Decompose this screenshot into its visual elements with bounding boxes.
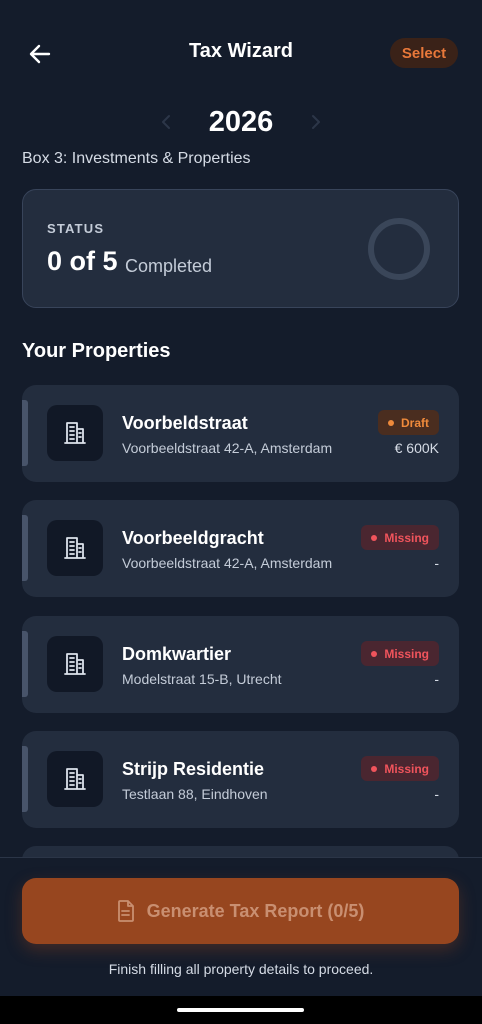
property-card[interactable]: Voorbeeldgracht Voorbeeldstraat 42-A, Ams… — [22, 500, 459, 597]
chevron-right-icon — [312, 115, 321, 129]
property-icon-box — [47, 405, 103, 461]
building-icon — [64, 537, 86, 559]
year-selector: 2026 — [0, 102, 482, 142]
badge-dot-icon — [371, 765, 378, 772]
home-indicator[interactable] — [177, 1008, 304, 1012]
property-value: - — [434, 671, 439, 687]
bottom-bar: Generate Tax Report (0/5) Finish filling… — [0, 857, 482, 996]
status-badge: Missing — [361, 525, 439, 550]
property-card[interactable]: Voorbeldstraat Voorbeeldstraat 42-A, Amst… — [22, 385, 459, 482]
chevron-left-icon — [161, 115, 170, 129]
status-card: STATUS 0 of 5 Completed — [22, 189, 459, 308]
property-icon-box — [47, 751, 103, 807]
property-value: - — [434, 555, 439, 571]
property-name: Strijp Residentie — [122, 759, 265, 779]
status-count: 0 of 5 — [47, 246, 118, 276]
badge-label: Missing — [384, 761, 429, 776]
card-accent-bar — [22, 400, 28, 466]
property-value: - — [434, 786, 439, 802]
select-button[interactable]: Select — [390, 38, 458, 68]
status-completed-label: Completed — [125, 256, 213, 276]
badge-label: Missing — [384, 646, 429, 661]
status-badge: Missing — [361, 641, 439, 666]
badge-dot-icon — [371, 534, 378, 541]
status-badge: Missing — [361, 756, 439, 781]
badge-label: Missing — [384, 530, 429, 545]
property-value: € 600K — [394, 440, 439, 456]
prev-year-button[interactable] — [159, 112, 173, 132]
card-accent-bar — [22, 746, 28, 812]
property-card[interactable]: Domkwartier Modelstraat 15-B, Utrecht Miss… — [22, 616, 459, 713]
generate-report-button[interactable]: Generate Tax Report (0/5) — [22, 878, 459, 944]
generate-hint: Finish filling all property details to p… — [108, 961, 374, 977]
property-address: Testlaan 88, Eindhoven — [122, 786, 268, 802]
badge-dot-icon — [371, 650, 378, 657]
generate-report-label: Generate Tax Report (0/5) — [146, 900, 365, 921]
card-accent-bar — [22, 631, 28, 697]
property-name: Voorbeldstraat — [122, 413, 248, 433]
progress-ring — [368, 218, 430, 280]
property-name: Voorbeeldgracht — [122, 528, 264, 548]
property-address: Voorbeeldstraat 42-A, Amsterdam — [122, 440, 333, 456]
status-badge: Draft — [377, 410, 439, 435]
box-label: Box 3: Investments & Properties — [22, 150, 251, 167]
property-name: Domkwartier — [122, 644, 232, 664]
year-label: 2026 — [208, 105, 274, 138]
property-address: Voorbeeldstraat 42-A, Amsterdam — [122, 555, 333, 571]
document-icon — [117, 900, 134, 922]
property-address: Modelstraat 15-B, Utrecht — [122, 671, 282, 687]
system-nav-bar — [0, 996, 482, 1024]
badge-dot-icon — [387, 419, 394, 426]
property-icon-box — [47, 520, 103, 576]
badge-label: Draft — [400, 415, 429, 430]
header: Tax Wizard Select — [0, 0, 482, 106]
property-card[interactable]: Strijp Residentie Testlaan 88, Eindhoven M… — [22, 731, 459, 828]
status-label: STATUS — [47, 221, 105, 236]
card-accent-bar — [22, 515, 28, 581]
building-icon — [64, 768, 86, 790]
building-icon — [64, 422, 86, 444]
property-icon-box — [47, 636, 103, 692]
next-year-button[interactable] — [309, 112, 323, 132]
section-title: Your Properties — [22, 340, 171, 362]
building-icon — [64, 653, 86, 675]
